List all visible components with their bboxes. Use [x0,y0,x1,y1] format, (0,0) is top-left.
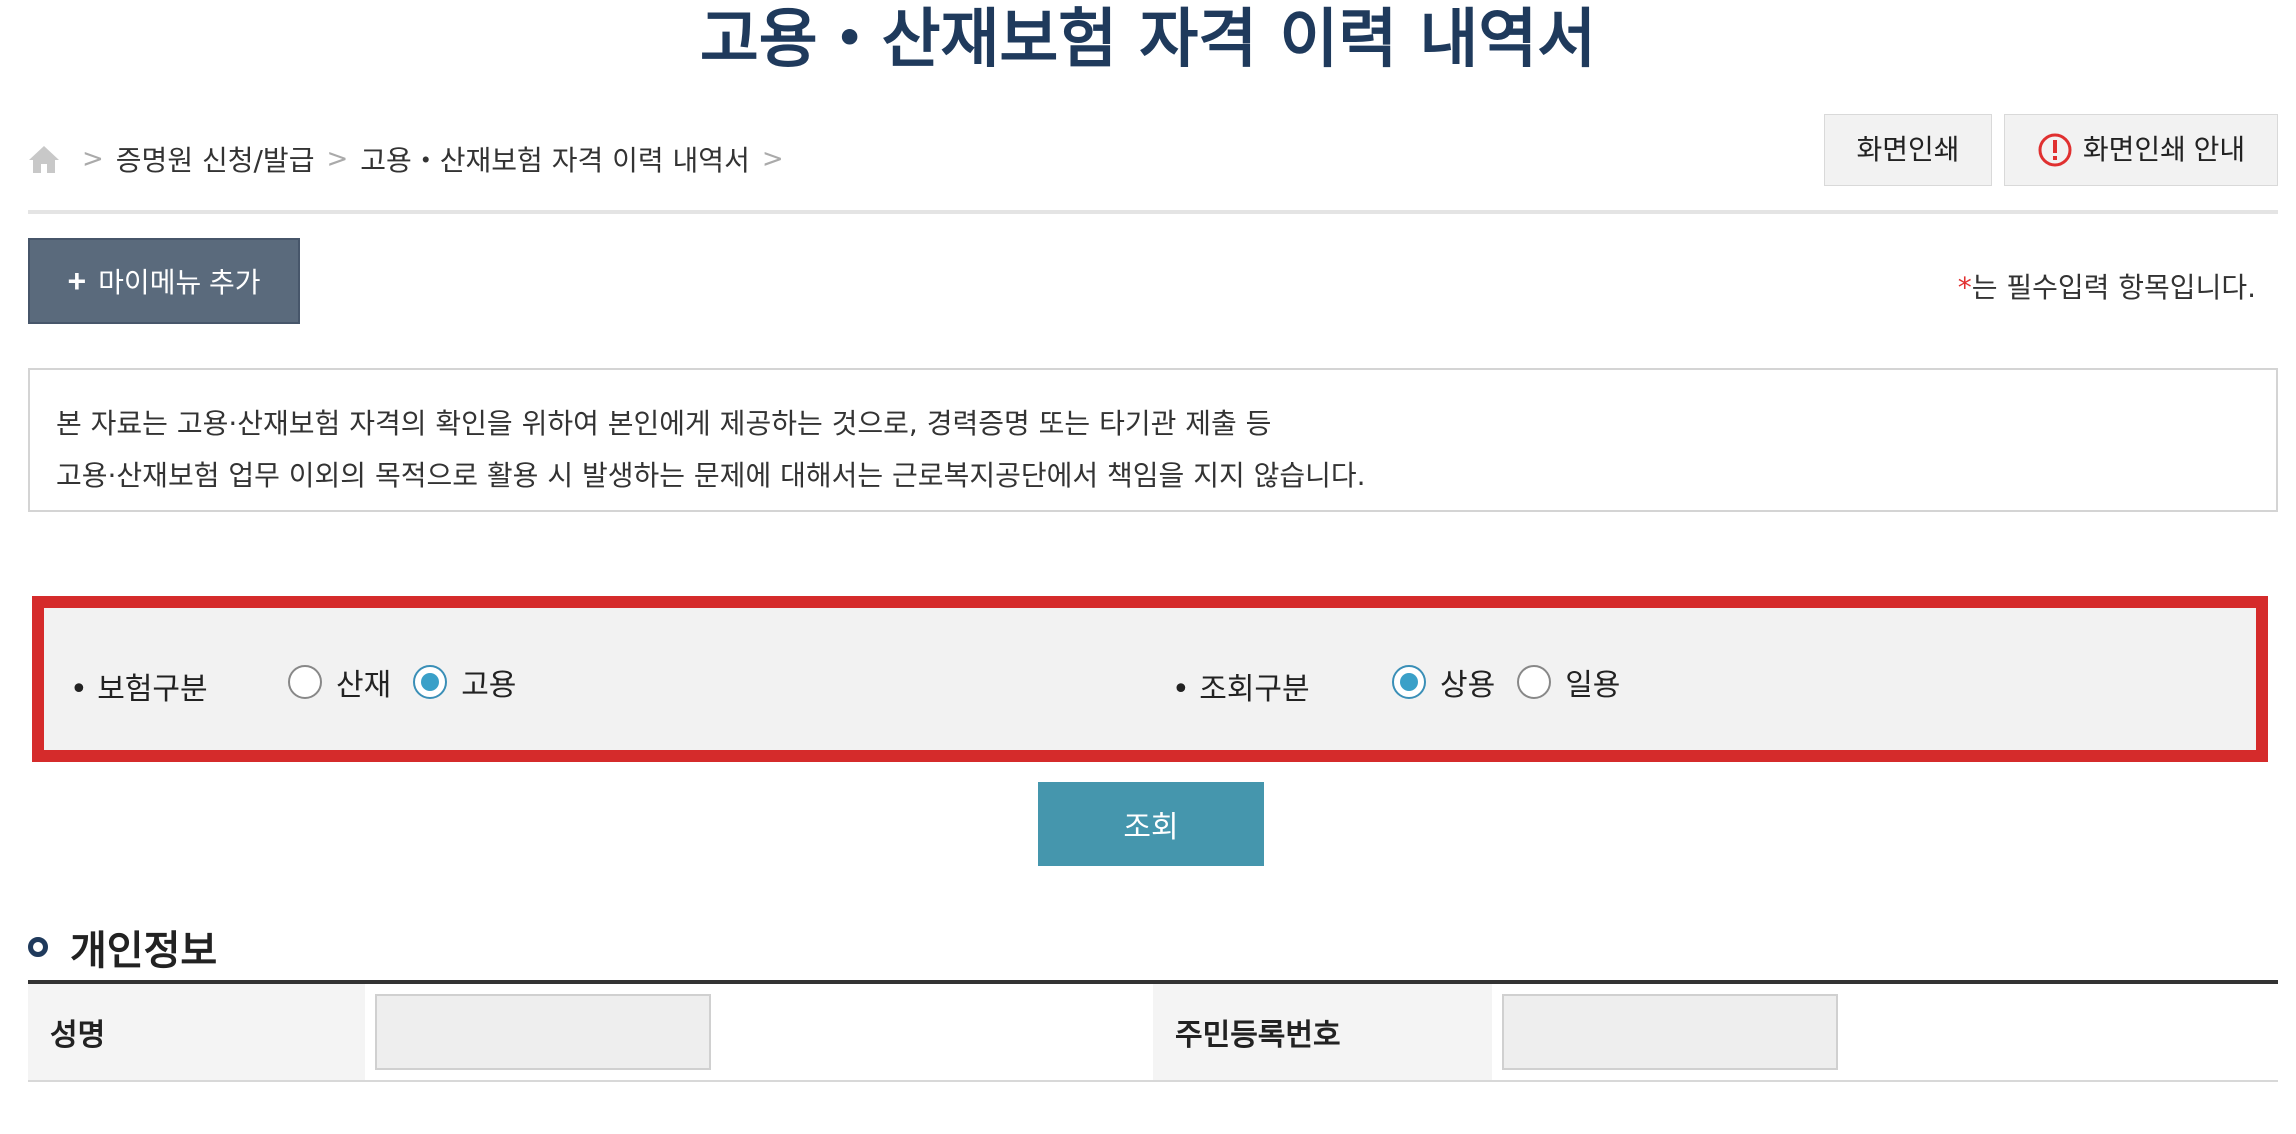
rrn-field-masked [1502,994,1838,1070]
insurance-type-label: • 보험구분 [70,672,208,707]
radio-label-goyong: 고용 [461,668,517,703]
query-type-label: • 조회구분 [1172,672,1310,707]
search-options-highlight: • 보험구분 산재 고용 • 조회구분 상용 일용 [32,596,2268,762]
radio-button-sanjae[interactable] [288,665,322,699]
query-type-radio-group: 상용 일용 [1392,660,1642,704]
breadcrumb-separator: > [82,144,104,174]
add-mymenu-label: 마이메뉴 추가 [98,267,261,298]
personal-info-title: 개인정보 [70,928,218,974]
radio-label-regular: 상용 [1440,668,1496,703]
required-note-text: 는 필수입력 항목입니다. [1971,271,2256,304]
query-type-option-daily[interactable]: 일용 [1517,660,1620,704]
bullet-ring-icon [28,937,48,957]
query-button[interactable]: 조회 [1038,782,1264,866]
radio-button-daily[interactable] [1517,665,1552,699]
warning-circle-icon [2038,133,2072,167]
home-icon[interactable] [26,143,62,175]
notice-line-2: 고용·산재보험 업무 이외의 목적으로 활용 시 발생하는 문제에 대해서는 근… [56,459,1366,492]
header-divider [28,210,2278,214]
print-guide-label: 화면인쇄 안내 [2082,134,2246,165]
insurance-type-option-sanjae[interactable]: 산재 [288,660,391,704]
name-header: 성명 [28,984,365,1080]
table-row: 성명 주민등록번호 [28,984,2278,1082]
search-options-panel: • 보험구분 산재 고용 • 조회구분 상용 일용 [56,620,2244,738]
insurance-type-radio-group: 산재 고용 [288,660,538,704]
plus-icon: + [67,262,87,299]
name-field-masked [375,994,711,1070]
personal-info-section-title: 개인정보 [28,918,217,976]
insurance-type-option-goyong[interactable]: 고용 [413,660,516,704]
radio-label-daily: 일용 [1565,668,1621,703]
print-guide-button[interactable]: 화면인쇄 안내 [2004,114,2278,186]
breadcrumb-separator: > [761,144,784,174]
personal-info-table: 성명 주민등록번호 [28,980,2278,1082]
print-screen-button[interactable]: 화면인쇄 [1824,114,1992,186]
page-title: 고용・산재보험 자격 이력 내역서 [699,3,1597,77]
breadcrumb-separator: > [326,144,349,174]
breadcrumb: > 증명원 신청/발급 > 고용・산재보험 자격 이력 내역서 > [26,134,796,184]
rrn-header: 주민등록번호 [1153,984,1492,1080]
radio-button-goyong[interactable] [413,665,448,699]
radio-button-regular[interactable] [1392,665,1426,699]
required-star: * [1957,271,1972,304]
notice-box: 본 자료는 고용·산재보험 자격의 확인을 위하여 본인에게 제공하는 것으로,… [28,368,2278,512]
name-cell [365,984,1153,1080]
breadcrumb-item-current[interactable]: 고용・산재보험 자격 이력 내역서 [360,139,750,179]
breadcrumb-item-certificate[interactable]: 증명원 신청/발급 [116,139,315,179]
radio-label-sanjae: 산재 [336,668,392,703]
required-field-note: *는 필수입력 항목입니다. [1958,266,2256,306]
add-mymenu-button[interactable]: + 마이메뉴 추가 [28,238,300,324]
rrn-cell [1492,984,2278,1080]
query-type-option-regular[interactable]: 상용 [1392,660,1495,704]
notice-line-1: 본 자료는 고용·산재보험 자격의 확인을 위하여 본인에게 제공하는 것으로,… [56,407,1272,440]
